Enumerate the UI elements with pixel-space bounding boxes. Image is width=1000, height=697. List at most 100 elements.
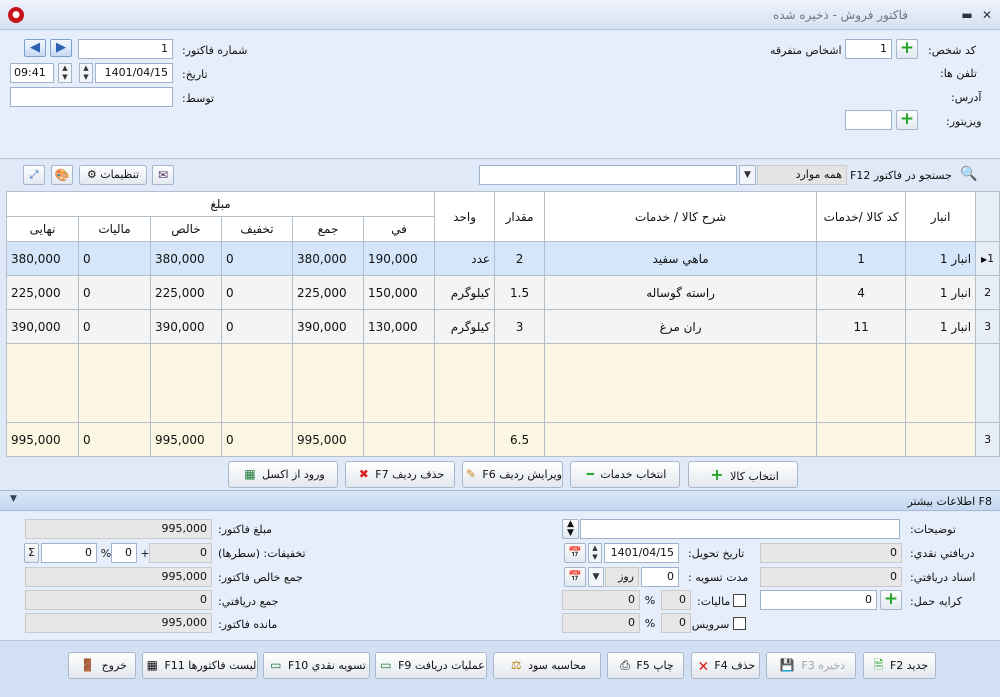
delivery-date-input[interactable]: 1401/04/15 — [604, 543, 679, 563]
empty-rows-area[interactable] — [6, 343, 1000, 423]
cell-net[interactable]: 225,000 — [150, 275, 222, 310]
cell-final[interactable]: 225,000 — [6, 275, 79, 310]
delivery-date-spinner[interactable]: ▲ ▼ — [588, 543, 602, 563]
more-info-bar[interactable]: ▼ F8 اطلاعات بيشتر — [0, 490, 1000, 511]
discount-amount-input[interactable]: 0 — [41, 543, 97, 563]
cell-tax[interactable]: 0 — [78, 241, 151, 276]
search-input[interactable] — [479, 165, 737, 185]
cash-settlement-button[interactable]: تسويه نقدي F10 ▭ — [263, 652, 370, 679]
settlement-calendar-icon[interactable]: 📅 — [564, 567, 586, 587]
cell-desc[interactable]: ران مرغ — [544, 309, 818, 344]
discount-percent-input[interactable]: 0 — [111, 543, 137, 563]
cell-discount[interactable]: 0 — [221, 309, 293, 344]
cell-unit[interactable]: عدد — [434, 241, 496, 276]
total-header[interactable]: جمع — [292, 216, 364, 242]
warehouse-header[interactable]: انبار — [905, 191, 977, 242]
cell-net[interactable]: 380,000 — [150, 241, 222, 276]
cell-warehouse[interactable]: انبار 1 — [905, 275, 977, 310]
cell-code[interactable]: 4 — [816, 275, 907, 310]
import-excel-button[interactable]: ورود از اکسل ▦ — [228, 461, 338, 488]
invoice-number-input[interactable]: 1 — [78, 39, 173, 59]
cell-tax[interactable]: 0 — [78, 275, 151, 310]
cell-qty[interactable]: 1.5 — [494, 275, 546, 310]
table-row[interactable]: 390,000 0 390,000 0 390,000 130,000 کيلو… — [6, 309, 1000, 344]
cell-final[interactable]: 380,000 — [6, 241, 79, 276]
freight-input[interactable]: 0 — [760, 590, 877, 610]
next-invoice-arrow-icon[interactable]: ▶ — [50, 39, 72, 57]
row-indicator[interactable]: ▶1 — [975, 241, 1000, 276]
cell-net[interactable]: 390,000 — [150, 309, 222, 344]
cell-unit-price[interactable]: 190,000 — [362, 241, 436, 276]
collapse-chevron-icon[interactable]: ▼ — [10, 494, 17, 504]
cell-discount[interactable]: 0 — [221, 275, 293, 310]
cell-qty[interactable]: 3 — [494, 309, 546, 344]
by-input[interactable] — [10, 87, 173, 107]
cell-qty[interactable]: 2 — [494, 241, 546, 276]
cell-unit-price[interactable]: 130,000 — [362, 309, 436, 344]
cell-total[interactable]: 225,000 — [292, 275, 364, 310]
visitor-input[interactable] — [845, 110, 892, 130]
cell-desc[interactable]: راسته گوساله — [544, 275, 818, 310]
service-checkbox[interactable] — [733, 617, 746, 630]
save-button[interactable]: ذخيره F3 💾 — [766, 652, 856, 679]
tax-header[interactable]: ماليات — [78, 216, 151, 242]
time-spinner[interactable]: ▲ ▼ — [58, 63, 72, 83]
settings-button[interactable]: ⚙ تنظیمات — [79, 165, 147, 185]
person-code-input[interactable]: 1 — [845, 39, 892, 59]
final-header[interactable]: نهایی — [6, 216, 79, 242]
date-input[interactable]: 1401/04/15 — [95, 63, 173, 83]
select-goods-button[interactable]: انتخاب کالا + — [688, 461, 798, 488]
add-person-button[interactable]: + — [896, 39, 918, 59]
discount-header[interactable]: تخفيف — [221, 216, 293, 242]
cell-unit[interactable]: کيلوگرم — [434, 309, 496, 344]
code-header[interactable]: کد کالا /خدمات — [816, 191, 907, 242]
row-indicator[interactable]: 2 — [975, 275, 1000, 310]
settlement-days-input[interactable]: 0 — [641, 567, 679, 587]
cell-unit[interactable]: کيلوگرم — [434, 275, 496, 310]
print-button[interactable]: چاپ F5 ⎙ — [607, 652, 684, 679]
calendar-icon[interactable]: 📅 — [564, 543, 586, 563]
search-filter-select[interactable]: همه موارد — [757, 165, 847, 185]
email-icon[interactable]: ✉ — [152, 165, 174, 185]
delete-button[interactable]: حذف F4 🗙 — [691, 652, 760, 679]
description-scroll-icon[interactable]: ▲ ▼ — [562, 519, 579, 539]
cell-code[interactable]: 1 — [816, 241, 907, 276]
description-input[interactable] — [580, 519, 900, 539]
desc-header[interactable]: شرح کالا / خدمات — [544, 191, 818, 242]
cell-tax[interactable]: 0 — [78, 309, 151, 344]
table-row[interactable]: 380,000 0 380,000 0 380,000 190,000 عدد … — [6, 241, 1000, 276]
unit-header[interactable]: واحد — [434, 191, 496, 242]
net-header[interactable]: خالص — [150, 216, 222, 242]
cell-warehouse[interactable]: انبار 1 — [905, 241, 977, 276]
unit-price-header[interactable]: في — [362, 216, 436, 242]
close-button[interactable]: ✕ — [978, 6, 996, 24]
profit-button[interactable]: محاسبه سود ⚖ — [493, 652, 601, 679]
settlement-unit-select[interactable]: روز — [605, 567, 639, 587]
edit-row-button[interactable]: ویرایش ردیف F6 ✎ — [462, 461, 563, 488]
row-indicator[interactable]: 3 — [975, 309, 1000, 344]
add-freight-button[interactable]: + — [880, 590, 902, 610]
cell-final[interactable]: 390,000 — [6, 309, 79, 344]
delete-row-button[interactable]: حذف ردیف F7 ✖ — [345, 461, 455, 488]
cell-total[interactable]: 390,000 — [292, 309, 364, 344]
settlement-chevron-down-icon[interactable]: ▼ — [588, 567, 604, 587]
time-input[interactable]: 09:41 — [10, 63, 54, 83]
sigma-icon[interactable]: Σ — [24, 543, 39, 563]
minimize-button[interactable]: ▬ — [958, 6, 976, 24]
receive-operations-button[interactable]: عمليات دريافت F9 ▭ — [375, 652, 487, 679]
tax-checkbox[interactable] — [733, 594, 746, 607]
exit-button[interactable]: خروج 🚪 — [68, 652, 136, 679]
chevron-down-icon[interactable]: ▼ — [739, 165, 756, 185]
cell-unit-price[interactable]: 150,000 — [362, 275, 436, 310]
add-visitor-button[interactable]: + — [896, 110, 918, 130]
cell-total[interactable]: 380,000 — [292, 241, 364, 276]
previous-invoice-arrow-icon[interactable]: ◀ — [24, 39, 46, 57]
cell-desc[interactable]: ماهي سفيد — [544, 241, 818, 276]
expand-icon[interactable]: ⤢ — [23, 165, 45, 185]
qty-header[interactable]: مقدار — [494, 191, 546, 242]
cell-discount[interactable]: 0 — [221, 241, 293, 276]
select-services-button[interactable]: انتخاب خدمات ━ — [570, 461, 680, 488]
date-spinner[interactable]: ▲ ▼ — [79, 63, 93, 83]
palette-icon[interactable]: 🎨 — [51, 165, 73, 185]
invoice-list-button[interactable]: ليست فاکتورها F11 ▦ — [142, 652, 258, 679]
